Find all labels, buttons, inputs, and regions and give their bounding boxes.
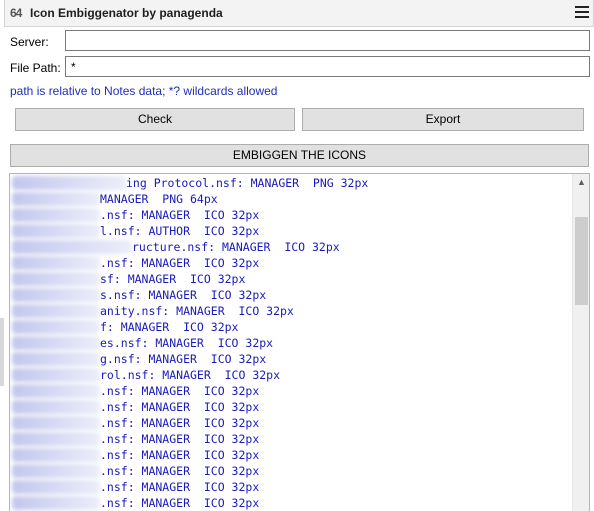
redacted-filename — [12, 240, 132, 254]
export-button[interactable]: Export — [302, 108, 584, 131]
output-lines: ing Protocol.nsf: MANAGER PNG 32px MANAGE… — [10, 174, 573, 511]
hamburger-menu-icon[interactable] — [575, 6, 589, 18]
window-title: Icon Embiggenator by panagenda — [30, 6, 223, 20]
log-line-text: .nsf: MANAGER ICO 32px — [100, 256, 260, 270]
scroll-thumb[interactable] — [575, 217, 588, 305]
log-line-text: s.nsf: MANAGER ICO 32px — [100, 288, 267, 302]
redacted-filename — [12, 464, 100, 478]
log-line-text: .nsf: MANAGER ICO 32px — [100, 464, 260, 478]
app-icon: 64 — [10, 6, 22, 20]
redacted-filename — [12, 432, 100, 446]
file-path-label: File Path: — [10, 61, 61, 75]
window-edge — [0, 318, 4, 386]
redacted-filename — [12, 416, 100, 430]
redacted-filename — [12, 448, 100, 462]
redacted-filename — [12, 336, 100, 350]
redacted-filename — [12, 176, 126, 190]
server-label: Server: — [10, 35, 49, 49]
log-line-text: .nsf: MANAGER ICO 32px — [100, 208, 260, 222]
redacted-filename — [12, 384, 100, 398]
redacted-filename — [12, 320, 100, 334]
redacted-filename — [12, 208, 100, 222]
redacted-filename — [12, 192, 100, 206]
server-input[interactable] — [65, 30, 590, 51]
log-line-text: es.nsf: MANAGER ICO 32px — [100, 336, 274, 350]
redacted-filename — [12, 256, 100, 270]
redacted-filename — [12, 352, 100, 366]
redacted-filename — [12, 480, 100, 494]
file-path-input[interactable] — [65, 56, 590, 77]
redacted-filename — [12, 288, 100, 302]
redacted-filename — [12, 400, 100, 414]
vertical-scrollbar[interactable]: ▲ — [572, 174, 589, 511]
log-line-text: g.nsf: MANAGER ICO 32px — [100, 352, 267, 366]
log-line-text: .nsf: MANAGER ICO 32px — [100, 480, 260, 494]
log-line-text: anity.nsf: MANAGER ICO 32px — [100, 304, 294, 318]
redacted-filename — [12, 272, 100, 286]
log-line-text: MANAGER PNG 64px — [100, 192, 218, 206]
redacted-filename — [12, 304, 100, 318]
log-line-text: .nsf: MANAGER ICO 32px — [100, 416, 260, 430]
redacted-filename — [12, 224, 100, 238]
log-line-text: rol.nsf: MANAGER ICO 32px — [100, 368, 281, 382]
embiggen-button[interactable]: EMBIGGEN THE ICONS — [10, 144, 589, 167]
output-log[interactable]: ing Protocol.nsf: MANAGER PNG 32px MANAGE… — [9, 173, 590, 511]
redacted-filename — [12, 496, 100, 510]
title-bar: 64 Icon Embiggenator by panagenda — [4, 0, 594, 27]
path-hint-text: path is relative to Notes data; *? wildc… — [10, 84, 278, 98]
log-line-text: .nsf: MANAGER ICO 32px — [100, 432, 260, 446]
log-line-text: ructure.nsf: MANAGER ICO 32px — [132, 240, 340, 254]
log-line-text: ing Protocol.nsf: MANAGER PNG 32px — [126, 176, 369, 190]
log-line-text: .nsf: MANAGER ICO 32px — [100, 448, 260, 462]
log-line-text: .nsf: MANAGER ICO 32px — [100, 496, 260, 510]
log-line-text: l.nsf: AUTHOR ICO 32px — [100, 224, 260, 238]
scroll-up-arrow-icon[interactable]: ▲ — [573, 174, 589, 191]
redacted-filename — [12, 368, 100, 382]
log-line-text: f: MANAGER ICO 32px — [100, 320, 239, 334]
check-button[interactable]: Check — [15, 108, 295, 131]
log-line-text: .nsf: MANAGER ICO 32px — [100, 400, 260, 414]
log-line-text: .nsf: MANAGER ICO 32px — [100, 384, 260, 398]
log-line-text: sf: MANAGER ICO 32px — [100, 272, 246, 286]
